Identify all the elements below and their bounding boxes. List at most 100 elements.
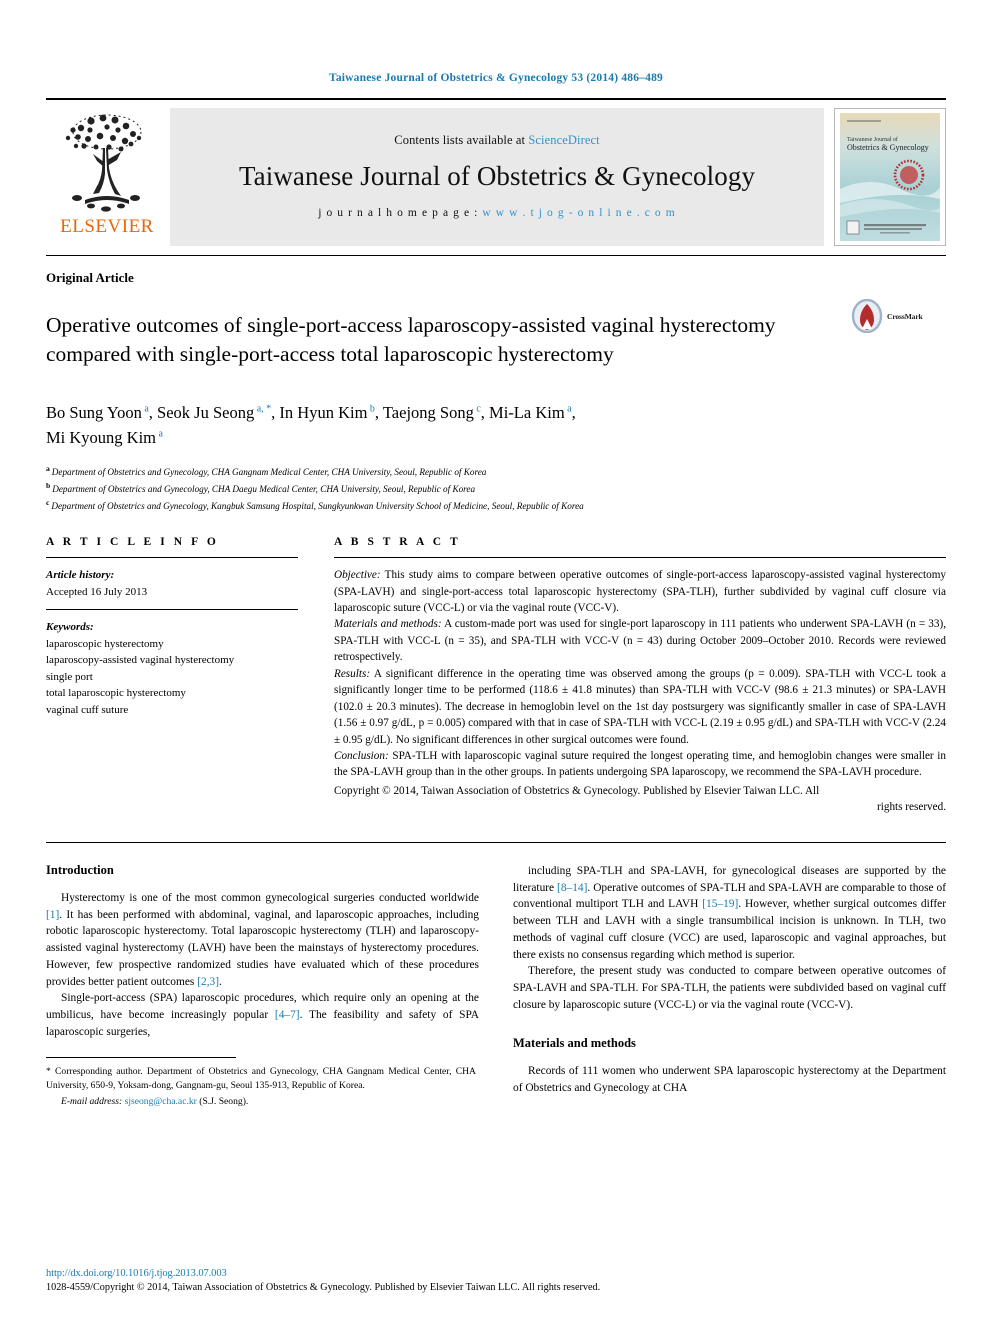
homepage-url[interactable]: w w w . t j o g - o n l i n e . c o m <box>482 207 675 219</box>
abstract-column: A B S T R A C T Objective: This study ai… <box>334 536 946 816</box>
article-info-heading: A R T I C L E I N F O <box>46 536 219 549</box>
abstract-section: Objective: This study aims to compare be… <box>334 569 946 614</box>
materials-methods-paragraphs: Records of 111 women who underwent SPA l… <box>513 1063 946 1097</box>
abstract-section-label: Results: <box>334 667 371 680</box>
keyword: laparoscopy-assisted vaginal hysterectom… <box>46 654 235 667</box>
body-right-column: including SPA-TLH and SPA-LAVH, for gyne… <box>513 863 946 1109</box>
footnote-divider <box>46 1056 236 1065</box>
affiliation: b Department of Obstetrics and Gynecolog… <box>46 481 476 495</box>
journal-title: Taiwanese Journal of Obstetrics & Gyneco… <box>238 161 756 191</box>
author-name: Mi-La Kim <box>489 402 565 422</box>
crossmark-label: CrossMark <box>887 311 923 321</box>
citation-reference[interactable]: [8–14] <box>557 882 587 894</box>
author-name: Taejong Song <box>382 402 474 422</box>
crossmark-badge[interactable]: CrossMark <box>850 297 946 333</box>
page-title: Operative outcomes of single-port-access… <box>46 313 776 366</box>
affiliation-marker: b <box>46 481 53 491</box>
email-link[interactable]: sjseong@cha.ac.kr <box>125 1096 197 1107</box>
abstract-copyright-tail: rights reserved. <box>877 801 946 814</box>
keywords-values: laparoscopic hysterectomy laparoscopy-ass… <box>46 636 298 719</box>
journal-cover-thumbnail: Taiwanese Journal of Obstetrics & Gyneco… <box>834 108 946 246</box>
info-abstract-section: A R T I C L E I N F O Article history: A… <box>46 536 946 816</box>
svg-text:Obstetrics & Gynecology: Obstetrics & Gynecology <box>847 143 929 152</box>
email-suffix: (S.J. Seong). <box>199 1095 249 1107</box>
body-left-column: Introduction Hysterectomy is one of the … <box>46 863 479 1109</box>
introduction-continued-paragraphs: including SPA-TLH and SPA-LAVH, for gyne… <box>513 863 946 1014</box>
keyword: total laparoscopic hysterectomy <box>46 687 186 700</box>
article-history-label: Article history: <box>46 569 115 582</box>
author-affiliation-marker: b <box>367 403 375 415</box>
author-affiliation-marker: c <box>473 403 481 415</box>
body-paragraph: Records of 111 women who underwent SPA l… <box>513 1064 946 1094</box>
doi-link[interactable]: http://dx.doi.org/10.1016/j.tjog.2013.07… <box>46 1268 946 1279</box>
author-line-1: Bo Sung Yoon a, Seok Ju Seong a, *, In H… <box>46 402 576 422</box>
article-history-block: Article history: Accepted 16 July 2013 <box>46 567 298 600</box>
elsevier-tree-icon <box>65 114 142 212</box>
article-info-rule-mid <box>46 609 298 611</box>
elsevier-logo: ELSEVIER <box>46 108 168 246</box>
masthead-bottom-rule <box>46 255 946 256</box>
section-heading-introduction: Introduction <box>46 862 114 877</box>
article-info-rule-top <box>46 557 298 559</box>
affiliation-list: a Department of Obstetrics and Gynecolog… <box>46 463 946 514</box>
elsevier-wordmark: ELSEVIER <box>60 216 154 237</box>
sciencedirect-link[interactable]: ScienceDirect <box>528 133 599 147</box>
author-affiliation-marker: a <box>156 428 163 440</box>
abstract-rule-top <box>334 557 946 559</box>
citation-reference[interactable]: [1] <box>46 909 59 921</box>
article-info-column: A R T I C L E I N F O Article history: A… <box>46 536 298 816</box>
journal-article-page: Taiwanese Journal of Obstetrics & Gyneco… <box>0 0 992 1323</box>
body-paragraph: Therefore, the present study was conduct… <box>513 965 946 1011</box>
issn-copyright-line: 1028-4559/Copyright © 2014, Taiwan Assoc… <box>46 1282 601 1293</box>
abstract-section-label: Objective: <box>334 569 381 582</box>
title-row: Operative outcomes of single-port-access… <box>46 297 946 383</box>
author-affiliation-marker: a <box>141 403 149 415</box>
corresponding-author-note: * Corresponding author. Department of Ob… <box>46 1065 476 1091</box>
journal-banner: Contents lists available at ScienceDirec… <box>170 108 824 246</box>
body-paragraph: Hysterectomy is one of the most common g… <box>46 891 479 988</box>
author-affiliation-marker: a <box>564 403 572 415</box>
abstract-section: Results: A significant difference in the… <box>334 667 946 746</box>
author-name: Mi Kyoung Kim <box>46 427 157 447</box>
abstract-copyright: Copyright © 2014, Taiwan Association of … <box>334 783 946 816</box>
affiliation: c Department of Obstetrics and Gynecolog… <box>46 498 584 512</box>
body-paragraph: Single-port-access (SPA) laparoscopic pr… <box>46 992 479 1038</box>
author-list: Bo Sung Yoon a, Seok Ju Seong a, *, In H… <box>46 401 946 451</box>
article-body: Introduction Hysterectomy is one of the … <box>46 863 946 1109</box>
citation-reference[interactable]: [4–7] <box>275 1009 300 1021</box>
email-note: E-mail address: sjseong@cha.ac.kr (S.J. … <box>46 1095 476 1109</box>
abstract-copyright-main: Copyright © 2014, Taiwan Association of … <box>334 784 820 797</box>
keyword: laparoscopic hysterectomy <box>46 637 164 650</box>
journal-masthead: ELSEVIER Contents lists available at Sci… <box>46 98 946 246</box>
citation-reference[interactable]: [2,3] <box>197 976 219 988</box>
article-history-value: Accepted 16 July 2013 <box>46 585 148 598</box>
abstract-body: Objective: This study aims to compare be… <box>334 567 946 781</box>
homepage-label: j o u r n a l h o m e p a g e : <box>318 207 483 219</box>
contents-list-line: Contents lists available at ScienceDirec… <box>394 133 599 148</box>
keyword: single port <box>46 670 93 683</box>
keyword: vaginal cuff suture <box>46 703 129 716</box>
abstract-section: Materials and methods: A custom-made por… <box>334 618 946 664</box>
introduction-paragraphs: Hysterectomy is one of the most common g… <box>46 890 479 1041</box>
author-name: In Hyun Kim <box>279 402 368 422</box>
affiliation: a Department of Obstetrics and Gynecolog… <box>46 464 487 478</box>
journal-homepage-line: j o u r n a l h o m e p a g e : w w w . … <box>318 207 676 219</box>
author-name: Seok Ju Seong <box>157 402 255 422</box>
abstract-section-label: Conclusion: <box>334 750 389 763</box>
citation-reference[interactable]: [15–19] <box>702 898 738 910</box>
author-affiliation-marker: a, * <box>254 403 272 415</box>
author-line-2: Mi Kyoung Kim a <box>46 426 946 451</box>
page-footer: http://dx.doi.org/10.1016/j.tjog.2013.07… <box>46 1268 946 1293</box>
crossmark-icon <box>851 299 883 333</box>
abstract-heading: A B S T R A C T <box>334 536 461 549</box>
abstract-section: Conclusion: SPA-TLH with laparoscopic va… <box>334 750 946 779</box>
keywords-label: Keywords: <box>46 621 94 634</box>
section-heading-materials-and-methods: Materials and methods <box>513 1035 636 1050</box>
journal-cover-image: Taiwanese Journal of Obstetrics & Gyneco… <box>840 113 940 241</box>
article-type-label: Original Article <box>46 270 134 285</box>
keywords-block: Keywords: laparoscopic hysterectomy lapar… <box>46 619 298 718</box>
author-name: Bo Sung Yoon <box>46 402 142 422</box>
email-label: E-mail address: <box>61 1095 123 1107</box>
affiliation-marker: c <box>46 498 52 508</box>
affiliation-marker: a <box>46 464 52 474</box>
